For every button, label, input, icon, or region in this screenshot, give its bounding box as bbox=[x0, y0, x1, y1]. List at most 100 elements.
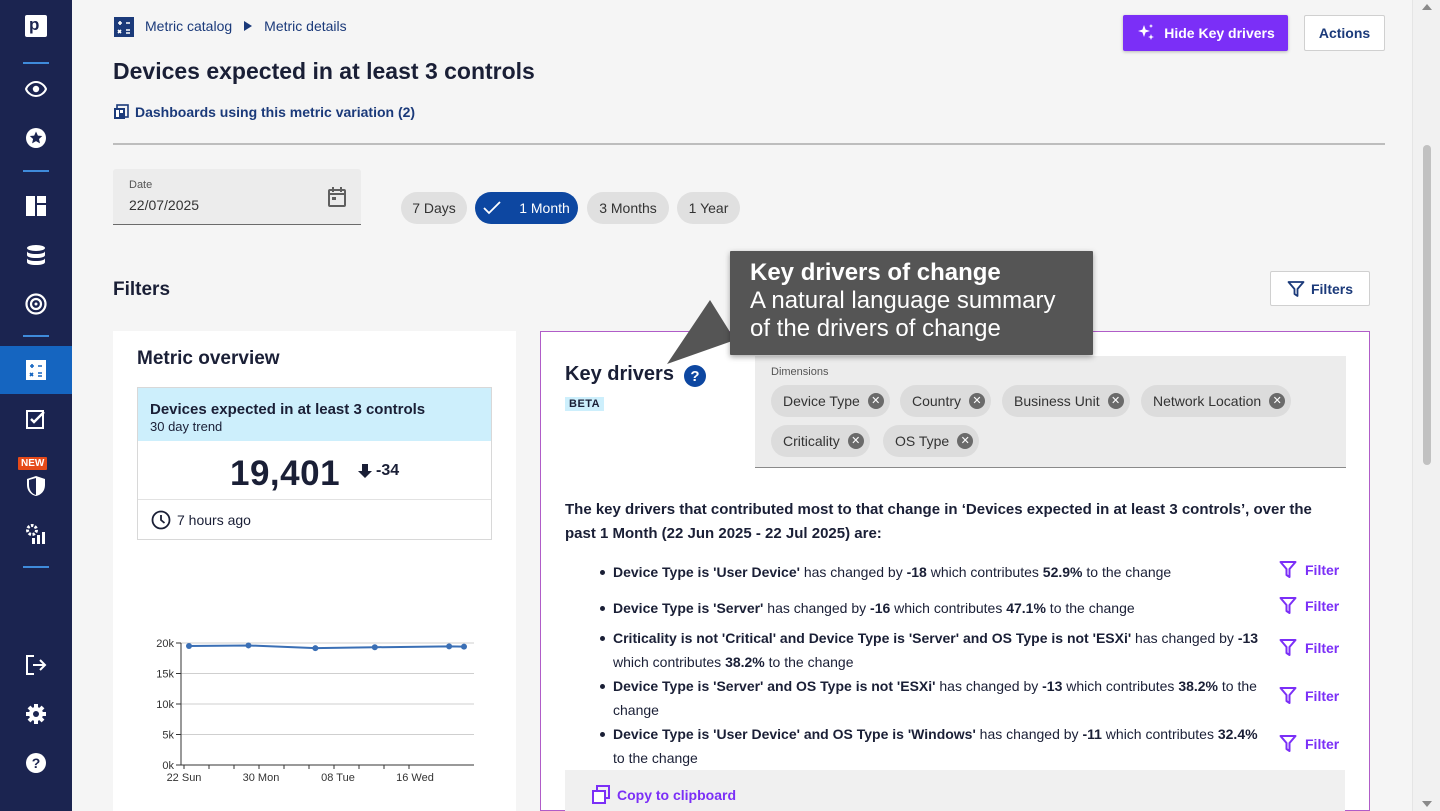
breadcrumb-separator-icon bbox=[244, 21, 253, 31]
bullet-icon bbox=[600, 570, 605, 575]
dashboards-link-label[interactable]: Dashboards using this metric variation (… bbox=[135, 104, 415, 120]
range-1-year[interactable]: 1 Year bbox=[677, 192, 740, 224]
metrics-icon[interactable] bbox=[0, 346, 72, 394]
controls-icon[interactable] bbox=[0, 510, 72, 558]
shield-icon[interactable] bbox=[0, 462, 72, 510]
driver-filter-button[interactable]: Filter bbox=[1279, 638, 1339, 658]
filter-icon bbox=[1279, 597, 1297, 614]
scroll-down-arrow-icon[interactable] bbox=[1422, 801, 1432, 807]
range-7-days[interactable]: 7 Days bbox=[401, 192, 467, 224]
dimension-chip-label: Device Type bbox=[783, 393, 860, 409]
arrow-down-icon bbox=[358, 464, 372, 478]
date-field[interactable]: Date 22/07/2025 bbox=[113, 169, 361, 225]
app-logo[interactable]: p bbox=[25, 15, 47, 37]
driver-subject: Criticality is not 'Critical' and Device… bbox=[613, 630, 1132, 646]
chart-point bbox=[312, 645, 319, 652]
breadcrumb-metric-details[interactable]: Metric details bbox=[264, 18, 346, 34]
nav-divider bbox=[23, 335, 49, 337]
remove-icon[interactable]: ✕ bbox=[1269, 393, 1286, 409]
dimension-chip-os-type[interactable]: OS Type ✕ bbox=[883, 425, 980, 457]
dimension-chip-device-type[interactable]: Device Type ✕ bbox=[771, 385, 890, 417]
beta-badge: BETA bbox=[565, 397, 605, 411]
driver-percent: 47.1% bbox=[1006, 600, 1046, 616]
sparkle-icon bbox=[1138, 24, 1155, 40]
metric-delta: -34 bbox=[358, 462, 399, 480]
dimension-chip-network-location[interactable]: Network Location ✕ bbox=[1141, 385, 1292, 417]
driver-percent: 38.2% bbox=[725, 654, 765, 670]
remove-icon[interactable]: ✕ bbox=[969, 393, 986, 409]
driver-filter-button[interactable]: Filter bbox=[1279, 596, 1339, 616]
metric-card-header: Devices expected in at least 3 controls … bbox=[138, 388, 491, 441]
breadcrumb-metric-catalog[interactable]: Metric catalog bbox=[145, 18, 232, 34]
range-1-month[interactable]: 1 Month bbox=[475, 192, 578, 224]
filter-icon bbox=[1279, 735, 1297, 752]
driver-filter-label: Filter bbox=[1305, 736, 1340, 752]
filters-button[interactable]: Filters bbox=[1270, 271, 1370, 306]
settings-icon[interactable] bbox=[0, 690, 72, 738]
driver-text: to the change bbox=[613, 750, 698, 766]
filters-button-label: Filters bbox=[1310, 280, 1353, 297]
driver-text: to the change bbox=[764, 654, 854, 670]
driver-subject: Device Type is 'Server' and OS Type is n… bbox=[613, 678, 936, 694]
database-icon[interactable] bbox=[0, 231, 72, 279]
dimension-chip-business-unit[interactable]: Business Unit ✕ bbox=[1002, 385, 1130, 417]
remove-icon[interactable]: ✕ bbox=[867, 393, 884, 409]
dashboards-icon bbox=[114, 104, 129, 119]
driver-text: which contributes bbox=[926, 564, 1043, 580]
driver-filter-label: Filter bbox=[1305, 598, 1340, 614]
driver-text: has changed by bbox=[799, 564, 907, 580]
driver-delta: -13 bbox=[1237, 630, 1259, 646]
dashboards-link[interactable]: Dashboards using this metric variation (… bbox=[113, 104, 415, 120]
date-value[interactable]: 22/07/2025 bbox=[129, 197, 199, 213]
actions-button[interactable]: Actions bbox=[1304, 15, 1385, 51]
driver-subject: Device Type is 'User Device' bbox=[613, 564, 800, 580]
driver-filter-button[interactable]: Filter bbox=[1279, 686, 1339, 706]
dimension-chip-label: Network Location bbox=[1153, 393, 1262, 409]
filter-icon bbox=[1279, 687, 1297, 704]
scroll-thumb[interactable] bbox=[1423, 145, 1431, 465]
target-icon[interactable] bbox=[0, 280, 72, 328]
scroll-up-arrow-icon[interactable] bbox=[1422, 4, 1432, 10]
remove-icon[interactable]: ✕ bbox=[957, 433, 974, 449]
driver-item: Device Type is 'Server' and OS Type is n… bbox=[600, 674, 1273, 722]
chart-y-tick-label: 15k bbox=[156, 669, 174, 681]
chart-point bbox=[446, 643, 453, 650]
remove-icon[interactable]: ✕ bbox=[1107, 393, 1124, 409]
help-icon[interactable]: ? bbox=[0, 739, 72, 787]
range-1-month-label: 1 Month bbox=[519, 200, 570, 216]
dimensions-field[interactable]: Dimensions Device Type ✕ Country ✕ Busines… bbox=[755, 356, 1346, 468]
driver-percent: 52.9% bbox=[1042, 564, 1083, 580]
calendar-icon[interactable] bbox=[327, 186, 347, 213]
eye-icon[interactable] bbox=[0, 65, 72, 113]
chart-point bbox=[371, 644, 378, 651]
driver-delta: -18 bbox=[906, 564, 927, 580]
dashboard-icon[interactable] bbox=[0, 182, 72, 230]
nav-divider bbox=[23, 566, 49, 568]
range-3-months[interactable]: 3 Months bbox=[587, 192, 669, 224]
metric-card-title: Devices expected in at least 3 controls bbox=[150, 401, 426, 418]
help-icon[interactable]: ? bbox=[684, 365, 706, 387]
driver-filter-button[interactable]: Filter bbox=[1279, 734, 1339, 754]
hide-key-drivers-button[interactable]: Hide Key drivers bbox=[1123, 15, 1288, 51]
logout-icon[interactable] bbox=[0, 641, 72, 689]
remove-icon[interactable]: ✕ bbox=[847, 433, 864, 449]
metric-delta-value: -34 bbox=[376, 462, 400, 479]
page-scrollbar[interactable] bbox=[1412, 0, 1440, 811]
driver-delta: -13 bbox=[1042, 678, 1063, 694]
sidebar-nav: p NEW ? bbox=[0, 0, 72, 811]
copy-bar: Copy to clipboard bbox=[565, 770, 1345, 811]
hide-key-drivers-label: Hide Key drivers bbox=[1164, 25, 1275, 41]
driver-filter-button[interactable]: Filter bbox=[1279, 560, 1339, 580]
copy-to-clipboard-button[interactable]: Copy to clipboard bbox=[591, 785, 736, 805]
tooltip-pointer bbox=[667, 300, 735, 364]
nav-divider bbox=[23, 170, 49, 172]
checklist-icon[interactable] bbox=[0, 395, 72, 443]
breadcrumb: Metric catalog Metric details bbox=[145, 18, 347, 34]
driver-text: which contributes bbox=[613, 654, 726, 670]
driver-item: Device Type is 'User Device' has changed… bbox=[600, 560, 1273, 584]
dimension-chip-country[interactable]: Country ✕ bbox=[900, 385, 992, 417]
dimension-chip-criticality[interactable]: Criticality ✕ bbox=[771, 425, 870, 457]
star-icon[interactable] bbox=[0, 114, 72, 162]
driver-text: which contributes bbox=[1062, 678, 1179, 694]
chart-x-tick-label: 16 Wed bbox=[396, 772, 434, 784]
